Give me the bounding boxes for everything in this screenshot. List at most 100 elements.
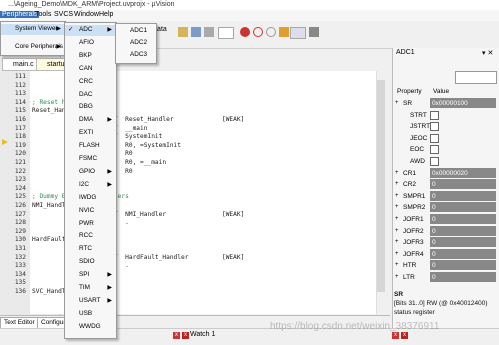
open-folder-icon[interactable]: [178, 27, 188, 37]
register-bit-checkbox[interactable]: [430, 122, 439, 132]
breakpoint-icon[interactable]: [240, 27, 250, 37]
menu-item-dbg[interactable]: DBG: [65, 102, 116, 113]
close-icon[interactable]: x: [182, 332, 189, 339]
menu-item-adc3[interactable]: ADC3: [116, 50, 156, 61]
line-number: 114: [14, 98, 26, 106]
menu-item-iwdg[interactable]: IWDG: [65, 193, 116, 204]
register-row-jofr3[interactable]: + JOFR3 0: [393, 237, 499, 248]
scrollbar-thumb[interactable]: [377, 80, 385, 292]
register-row-smpr1[interactable]: + SMPR1 0: [393, 190, 499, 202]
register-row-smpr2[interactable]: + SMPR2 0: [393, 202, 499, 213]
menu-tools[interactable]: Tools: [33, 11, 53, 18]
register-row-sr[interactable]: + SR 0x00000100: [393, 98, 499, 109]
menu-item-i2c[interactable]: I2C ▶: [65, 180, 116, 191]
window-layout-dropdown[interactable]: [290, 27, 306, 39]
menu-item-can[interactable]: CAN: [65, 64, 116, 75]
register-row-eoc[interactable]: EOC: [393, 144, 499, 155]
wrench-icon[interactable]: [309, 27, 319, 37]
menu-item-nvic[interactable]: NVIC: [65, 206, 116, 217]
register-row-htr[interactable]: + HTR 0: [393, 260, 499, 271]
expand-icon[interactable]: +: [395, 168, 399, 179]
expand-icon[interactable]: +: [395, 98, 399, 109]
breakpoint-clear-icon[interactable]: [266, 27, 276, 37]
register-bit-checkbox[interactable]: [430, 110, 439, 120]
register-value[interactable]: 0: [430, 179, 496, 190]
expand-icon[interactable]: +: [395, 191, 399, 202]
expand-icon[interactable]: +: [395, 226, 399, 237]
menu-item-pwr[interactable]: PWR: [65, 219, 116, 230]
kill-breakpoints-icon[interactable]: [279, 27, 289, 37]
register-value[interactable]: 0: [430, 214, 496, 224]
menu-item-afio[interactable]: AFIO: [65, 38, 116, 49]
view-selector[interactable]: [455, 71, 497, 84]
tab-main-c[interactable]: main.c: [2, 58, 40, 71]
save-icon[interactable]: [191, 27, 201, 37]
register-value[interactable]: 0: [430, 272, 496, 282]
register-value[interactable]: 0: [430, 248, 496, 259]
register-value[interactable]: 0: [430, 237, 496, 248]
register-row-strt[interactable]: STRT: [393, 110, 499, 121]
menu-item-label: RCC: [79, 232, 93, 240]
register-bit-checkbox[interactable]: [430, 145, 439, 155]
menu-item-adc1[interactable]: ADC1: [116, 26, 156, 37]
menu-help[interactable]: Help: [97, 11, 115, 18]
register-bit-checkbox[interactable]: [430, 133, 439, 143]
menu-item-wwdg[interactable]: WWDG: [65, 322, 116, 333]
register-row-jofr4[interactable]: + JOFR4 0: [393, 248, 499, 260]
register-value[interactable]: 0: [430, 225, 496, 236]
register-row-jofr1[interactable]: + JOFR1 0: [393, 214, 499, 225]
register-row-ltr[interactable]: + LTR 0: [393, 272, 499, 283]
menu-item-adc[interactable]: ADC ✓ ▶: [65, 25, 116, 36]
register-value[interactable]: 0x00000020: [430, 167, 496, 178]
watch-1-label[interactable]: Watch 1: [190, 331, 215, 338]
register-row-jstrt[interactable]: JSTRT: [393, 121, 499, 132]
close-icon[interactable]: x: [173, 332, 180, 339]
menu-item-bkp[interactable]: BKP: [65, 51, 116, 62]
register-bit-checkbox[interactable]: [430, 157, 439, 166]
menu-item-dac[interactable]: DAC: [65, 90, 116, 101]
menu-item-system-viewer[interactable]: System Viewer ▶: [1, 24, 65, 35]
pin-icon[interactable]: ▾ ✕: [482, 49, 493, 57]
register-row-cr2[interactable]: + CR2 0: [393, 179, 499, 190]
expand-icon[interactable]: +: [395, 260, 399, 271]
register-value[interactable]: 0: [430, 202, 496, 213]
expand-icon[interactable]: +: [395, 249, 399, 260]
register-value[interactable]: 0: [430, 190, 496, 201]
expand-icon[interactable]: +: [395, 272, 399, 283]
menu-item-fsmc[interactable]: FSMC: [65, 154, 116, 165]
menu-item-core-peripherals[interactable]: Core Peripherals ▶: [1, 42, 65, 53]
menu-item-adc2[interactable]: ADC2: [116, 38, 156, 49]
breakpoint-disable-icon[interactable]: [253, 27, 263, 37]
expand-icon[interactable]: +: [395, 214, 399, 225]
menu-item-usart[interactable]: USART ▶: [65, 296, 116, 307]
menu-item-spi[interactable]: SPI ▶: [65, 270, 116, 281]
close-icon[interactable]: x: [392, 332, 399, 339]
debug-dropdown[interactable]: [218, 27, 234, 39]
menu-item-label: AFIO: [79, 38, 94, 46]
menu-item-label: FLASH: [79, 142, 100, 150]
edit-icon[interactable]: [204, 27, 214, 37]
register-value[interactable]: 0x00000100: [430, 98, 496, 108]
close-icon[interactable]: x: [401, 332, 408, 339]
menu-item-dma[interactable]: DMA ▶: [65, 115, 116, 126]
line-number: 118: [14, 133, 26, 141]
expand-icon[interactable]: +: [395, 202, 399, 213]
menu-item-rcc[interactable]: RCC: [65, 231, 116, 242]
menu-item-tim[interactable]: TIM ▶: [65, 283, 116, 294]
register-row-cr1[interactable]: + CR1 0x00000020: [393, 167, 499, 179]
register-row-jeoc[interactable]: JEOC: [393, 133, 499, 144]
menu-item-crc[interactable]: CRC: [65, 77, 116, 88]
menu-item-usb[interactable]: USB: [65, 309, 116, 320]
register-value[interactable]: 0: [430, 260, 496, 271]
register-row-jofr2[interactable]: + JOFR2 0: [393, 225, 499, 237]
register-row-awd[interactable]: AWD: [393, 156, 499, 167]
menu-item-exti[interactable]: EXTI: [65, 128, 116, 139]
register-name: EOC: [410, 146, 425, 154]
menu-item-gpio[interactable]: GPIO ▶: [65, 167, 116, 178]
line-number: 131: [14, 245, 26, 252]
expand-icon[interactable]: +: [395, 179, 399, 190]
expand-icon[interactable]: +: [395, 237, 399, 248]
menu-item-sdio[interactable]: SDIO: [65, 257, 116, 268]
menu-item-rtc[interactable]: RTC: [65, 244, 116, 255]
menu-item-flash[interactable]: FLASH: [65, 141, 116, 152]
